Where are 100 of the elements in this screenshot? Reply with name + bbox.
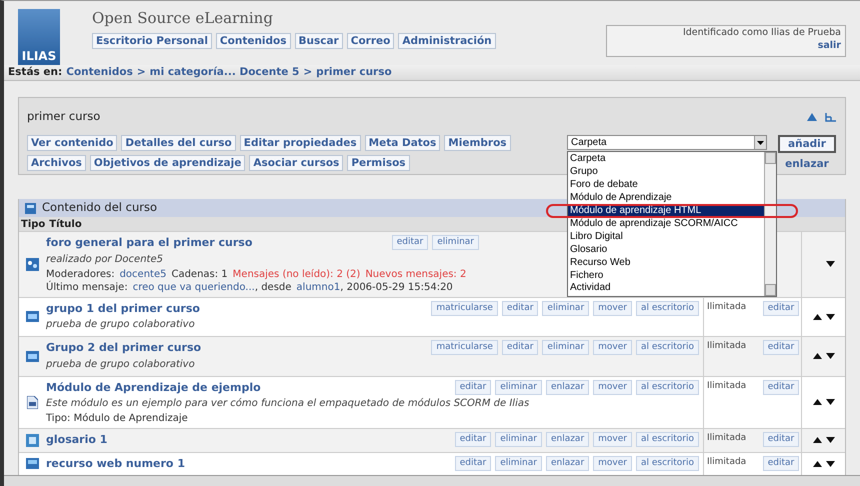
item-title[interactable]: recurso web numero 1 [46,456,185,472]
action-button[interactable]: al escritorio [636,340,699,355]
dropdown-option[interactable]: Glosario [568,244,764,257]
dropdown-option[interactable]: Foro de debate [568,178,764,192]
dropdown-option[interactable]: Módulo de aprendizaje SCORM/AICC [568,218,764,232]
dropdown-option[interactable]: Módulo de aprendizaje HTML [546,204,798,218]
dropdown-option[interactable]: Libro Digital [568,231,764,244]
logo: ILIAS [18,9,60,67]
action-button[interactable]: editar [502,300,538,316]
action-button[interactable]: eliminar [432,235,479,250]
course-tab[interactable]: Permisos [347,155,410,172]
move-down-icon[interactable] [826,314,834,320]
item-title[interactable]: Grupo 2 del primer curso [46,340,202,356]
action-button[interactable]: matricularse [431,300,498,316]
web-icon [26,458,39,470]
nav-tab[interactable]: Correo [346,33,394,49]
info-link[interactable]: alumno1 [296,280,340,294]
action-button[interactable]: editar [762,432,800,447]
action-button[interactable]: enlazar [546,456,590,470]
action-button[interactable]: editar [762,300,800,316]
action-button[interactable]: mover [593,340,632,355]
item-title[interactable]: foro general para el primer curso [46,235,252,252]
item-description: realizado por Docente5 [46,252,163,266]
action-button[interactable]: editar [454,432,492,447]
action-button[interactable]: editar [502,340,538,355]
action-button[interactable]: editar [762,340,800,355]
dropdown-option[interactable]: Grupo [568,166,764,179]
dropdown-option[interactable]: Recurso Web [568,256,764,270]
dropdown-option[interactable]: Módulo de Aprendizaje [568,192,764,204]
course-tab[interactable]: Ver contenido [27,135,118,152]
availability-text: Ilimitada [707,341,746,351]
action-button[interactable]: mover [593,432,632,447]
action-button[interactable]: enlazar [546,432,590,447]
action-button[interactable]: mover [593,380,632,394]
action-button[interactable]: al escritorio [636,380,699,394]
action-button[interactable]: eliminar [542,300,590,316]
collapse-icon[interactable] [807,112,817,121]
breadcrumb-link[interactable]: mi categoría... Docente 5 [150,64,300,80]
action-button[interactable]: editar [762,380,800,394]
nav-tab[interactable]: Administración [398,33,496,49]
action-button[interactable]: eliminar [495,380,542,394]
scrollbar[interactable] [764,152,776,296]
action-button[interactable]: editar [454,456,492,470]
link-button[interactable]: enlazar [785,157,829,173]
item-title[interactable]: grupo 1 del primer curso [46,300,200,317]
course-tab[interactable]: Archivos [27,155,86,172]
dropdown-option[interactable]: Actividad [568,282,764,296]
info-text: , 2006-05-29 15:54:20 [340,280,453,294]
nav-tab[interactable]: Escritorio Personal [92,33,212,49]
info-text: Mensajes (no leído): 2 (2) [232,268,360,280]
move-down-icon[interactable] [826,261,834,268]
action-button[interactable]: al escritorio [636,456,699,470]
breadcrumb-separator: > [303,64,312,80]
move-down-icon[interactable] [826,399,834,406]
nav-tab[interactable]: Buscar [294,33,343,49]
action-button[interactable]: editar [392,235,428,250]
breadcrumb-link[interactable]: Contenidos [66,64,133,80]
dropdown-option[interactable]: Fichero [568,270,764,282]
course-tab[interactable]: Objetivos de aprendizaje [90,155,246,172]
info-link[interactable]: creo que va queriendo... [132,280,255,294]
logout-link[interactable]: salir [818,39,841,52]
section-title: Contenido del curso [42,199,158,216]
move-down-icon[interactable] [826,353,834,360]
move-up-icon[interactable] [812,399,822,406]
horizontal-scrollbar[interactable] [4,475,860,486]
move-down-icon[interactable] [826,437,834,444]
action-button[interactable]: eliminar [495,432,542,447]
breadcrumb-link[interactable]: primer curso [316,64,392,80]
add-button[interactable]: añadir [778,135,836,154]
action-button[interactable]: eliminar [542,340,590,355]
action-button[interactable]: editar [454,380,492,394]
action-button[interactable]: al escritorio [636,300,699,316]
action-button[interactable]: enlazar [546,380,590,394]
info-link[interactable]: docente5 [120,268,166,280]
course-tab[interactable]: Asociar cursos [249,155,344,172]
action-button[interactable]: mover [593,300,632,316]
item-title[interactable]: glosario 1 [46,432,108,448]
move-up-icon[interactable] [812,314,822,320]
type-select[interactable]: Carpeta [567,135,767,150]
course-tab[interactable]: Miembros [444,135,511,152]
action-button[interactable]: matricularse [431,340,498,355]
info-text: Tipo: Módulo de Aprendizaje [46,412,188,425]
item-title[interactable]: Módulo de Aprendizaje de ejemplo [46,380,261,396]
action-button[interactable]: editar [762,456,800,470]
availability-text: Ilimitada [707,380,746,390]
move-up-icon[interactable] [812,353,822,360]
glossary-icon [26,434,39,447]
nav-tab[interactable]: Contenidos [216,33,291,49]
dropdown-option[interactable]: Carpeta [568,153,764,166]
course-tab[interactable]: Editar propiedades [240,135,361,152]
action-button[interactable]: eliminar [495,456,542,470]
tree-icon[interactable] [825,112,837,122]
move-up-icon[interactable] [812,460,822,467]
course-tab[interactable]: Detalles del curso [121,135,236,152]
action-button[interactable]: mover [593,456,632,470]
move-up-icon[interactable] [812,437,822,444]
action-button[interactable]: al escritorio [636,432,699,447]
course-tab[interactable]: Meta Datos [364,135,440,152]
move-down-icon[interactable] [826,460,834,467]
availability-text: Ilimitada [707,302,746,312]
